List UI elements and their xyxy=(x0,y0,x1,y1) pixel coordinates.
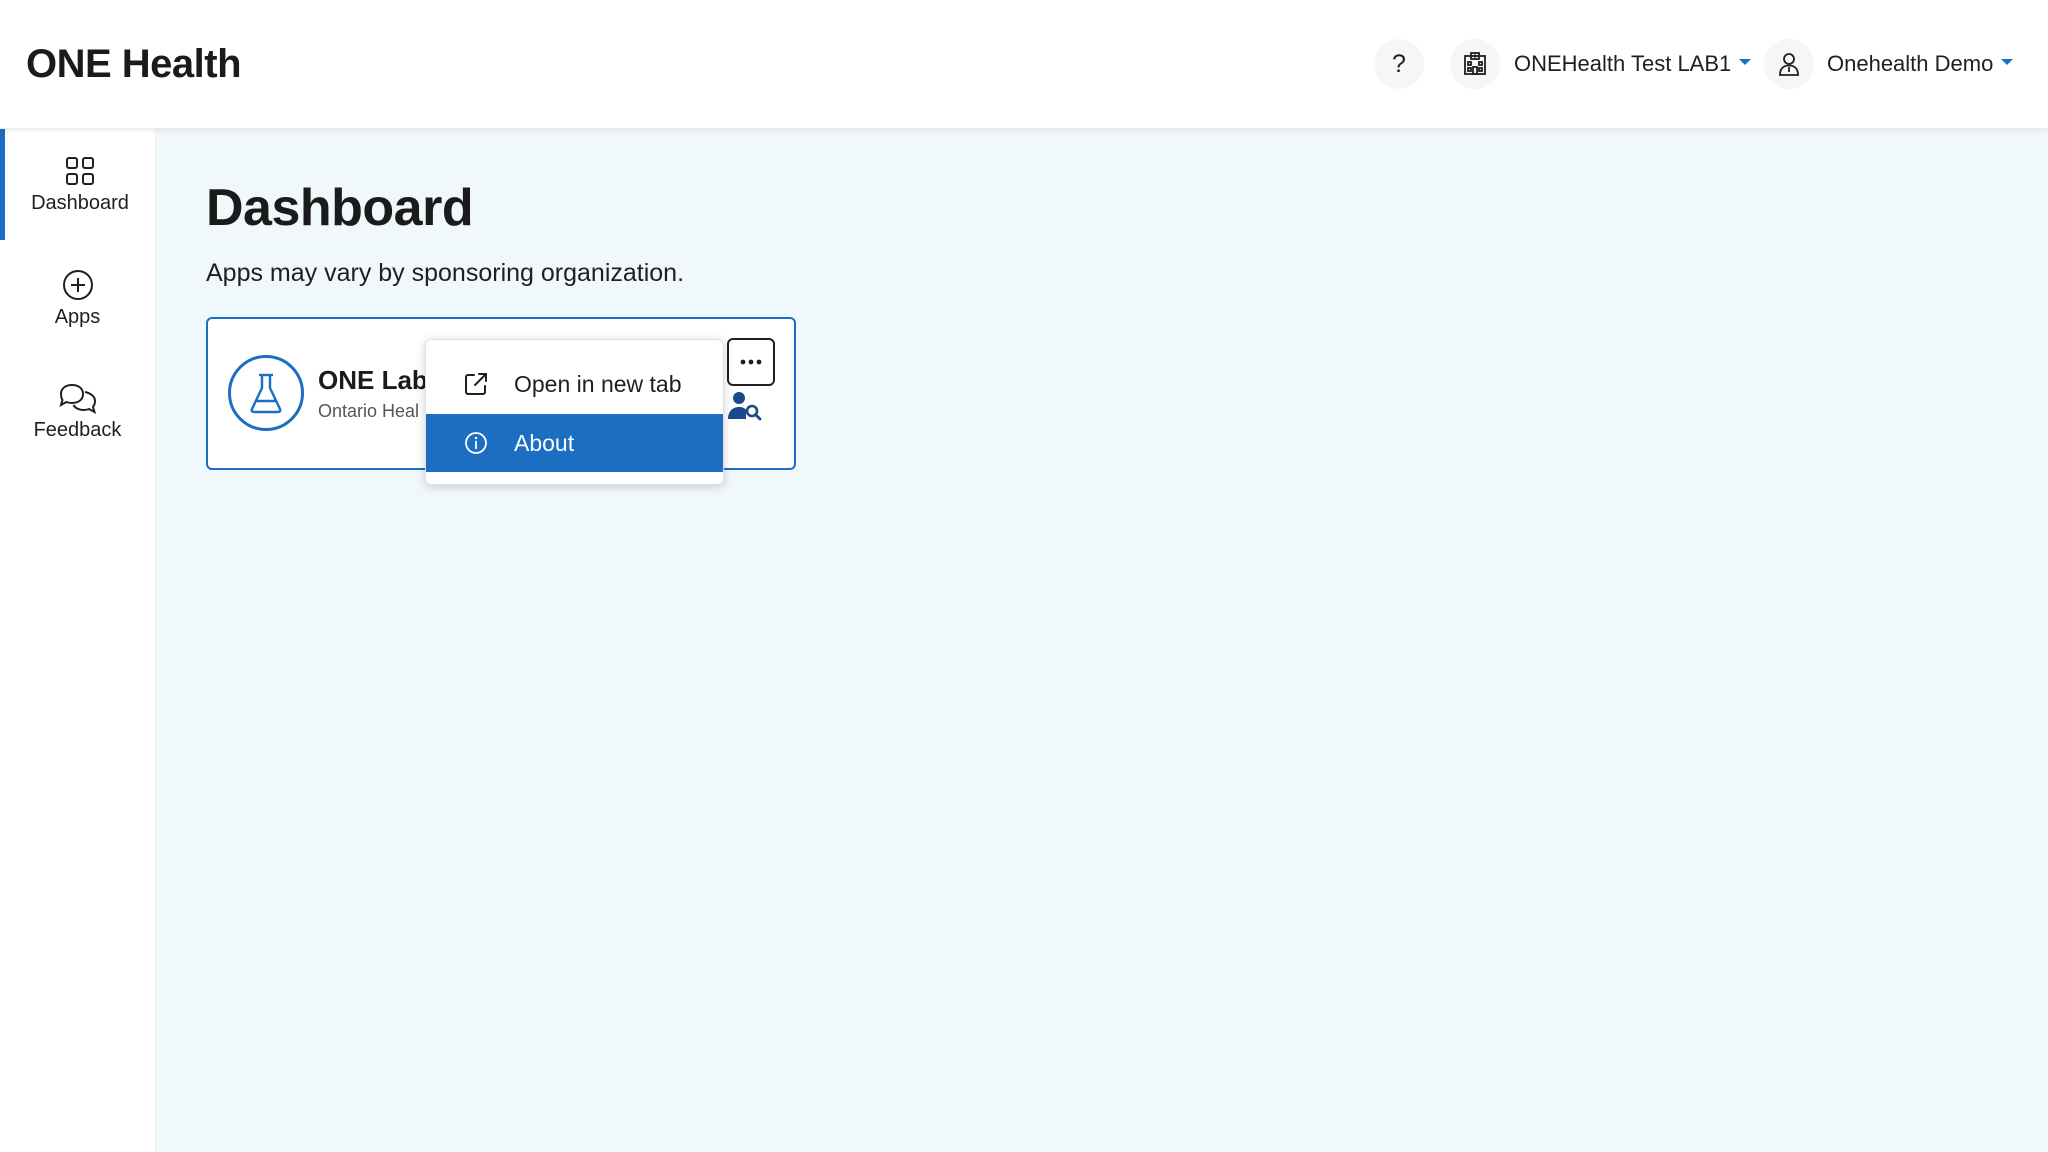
sidebar-item-label: Apps xyxy=(54,305,101,328)
organization-dropdown[interactable]: ONEHealth Test LAB1 xyxy=(1514,48,1752,80)
user-name: Onehealth Demo xyxy=(1827,51,1994,76)
chat-bubbles-icon xyxy=(58,383,96,414)
hospital-building-icon xyxy=(1464,52,1486,75)
menu-item-label: About xyxy=(514,429,575,456)
page-subtitle: Apps may vary by sponsoring organization… xyxy=(206,259,685,287)
user-avatar-button[interactable] xyxy=(1764,39,1814,89)
brand-logo-text[interactable]: ONE Health xyxy=(26,38,242,90)
app-logo xyxy=(228,355,304,431)
organization-button[interactable] xyxy=(1450,39,1500,89)
user-dropdown[interactable]: Onehealth Demo xyxy=(1827,48,2014,80)
sidebar-item-apps[interactable]: Apps xyxy=(0,242,155,354)
sidebar-item-label: Dashboard xyxy=(31,191,129,214)
menu-item-label: Open in new tab xyxy=(514,370,682,397)
chevron-down-icon xyxy=(1739,59,1752,66)
plus-circle-icon xyxy=(62,269,93,300)
more-options-button[interactable] xyxy=(727,338,775,386)
page-title: Dashboard xyxy=(206,179,474,237)
menu-item-about[interactable]: About xyxy=(426,414,723,472)
ellipsis-icon xyxy=(740,359,762,365)
organization-name: ONEHealth Test LAB1 xyxy=(1514,51,1732,76)
sidebar-item-label: Feedback xyxy=(33,418,122,441)
user-icon xyxy=(1779,53,1799,76)
info-icon xyxy=(465,432,487,454)
sidebar-item-dashboard[interactable]: Dashboard xyxy=(0,128,155,240)
external-link-icon xyxy=(465,373,487,395)
app-name: ONE Lab xyxy=(318,365,428,395)
top-header: ONE Health ? ONEHealth Test LAB1 Oneheal… xyxy=(0,0,2048,129)
flask-icon xyxy=(250,373,282,414)
sidebar: Dashboard Apps Feedback xyxy=(0,128,156,1152)
menu-item-open-new-tab[interactable]: Open in new tab xyxy=(426,355,723,413)
grid-icon xyxy=(66,156,94,185)
help-button[interactable]: ? xyxy=(1374,39,1424,89)
app-context-menu: Open in new tab About xyxy=(425,339,724,485)
help-icon: ? xyxy=(1392,49,1406,78)
sidebar-item-feedback[interactable]: Feedback xyxy=(0,355,155,467)
user-search-icon xyxy=(728,392,762,421)
chevron-down-icon xyxy=(2001,59,2014,66)
app-organization: Ontario Heal xyxy=(318,401,420,421)
